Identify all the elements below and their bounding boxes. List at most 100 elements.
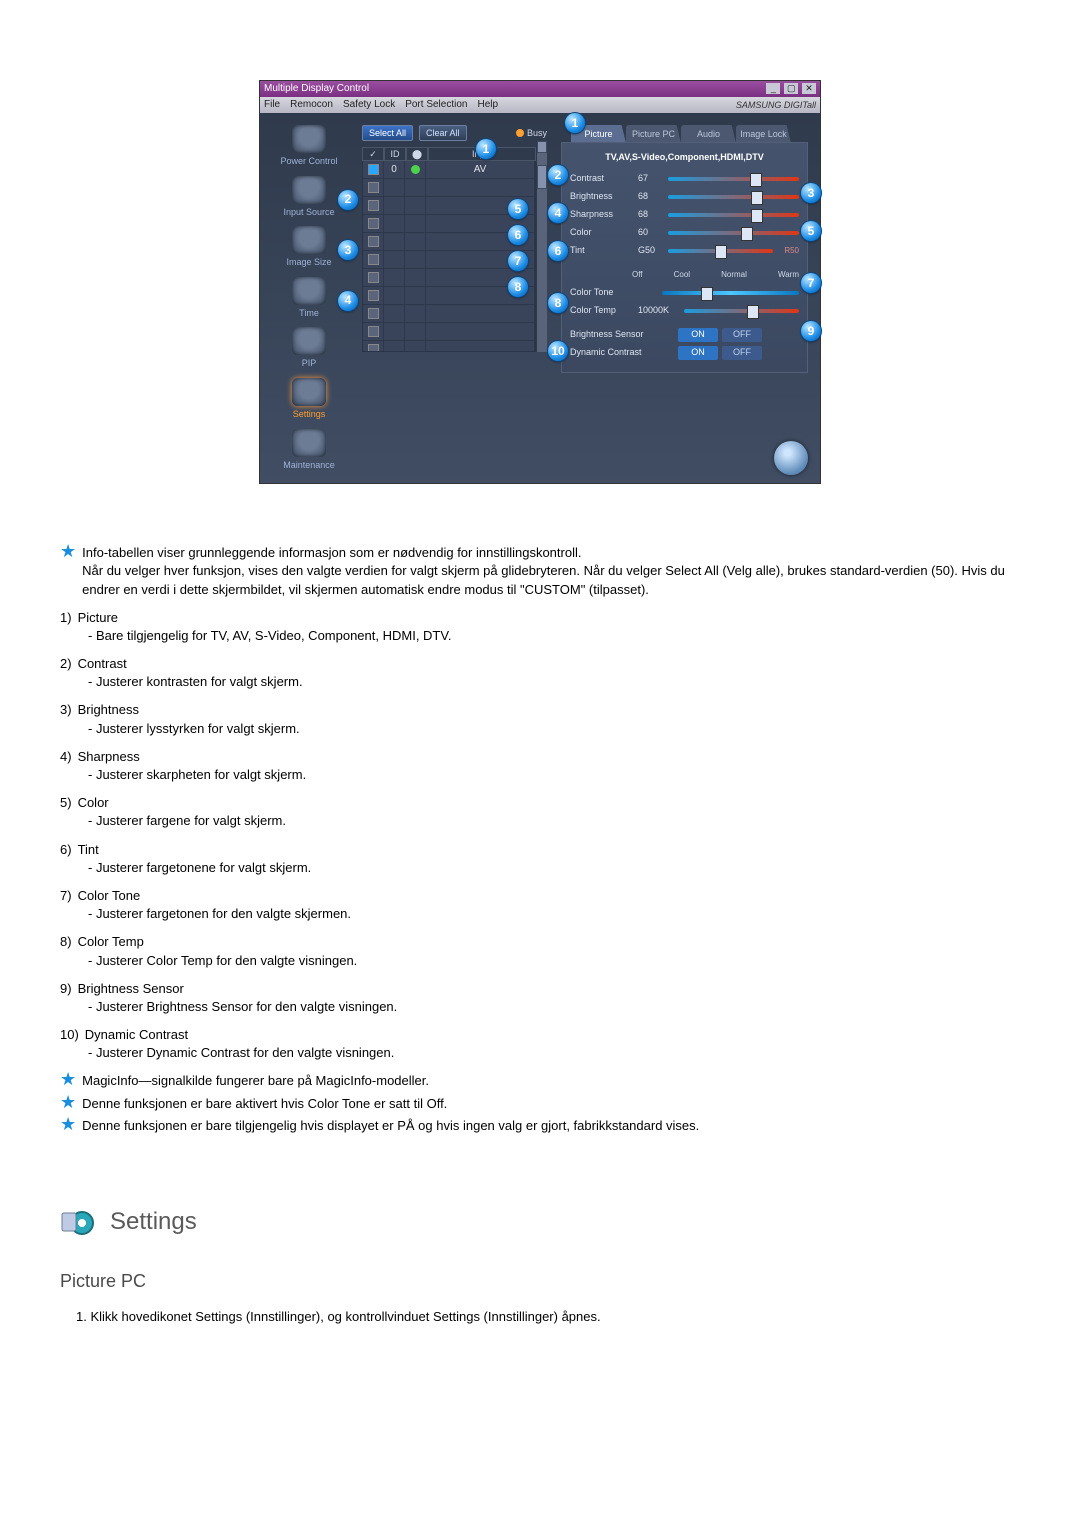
sidebar-item-input[interactable]: Input Source 2 — [264, 176, 354, 219]
status-dot-icon — [411, 165, 420, 174]
row-checkbox[interactable] — [368, 254, 379, 265]
busy-indicator: Busy — [516, 127, 547, 140]
row-checkbox[interactable] — [368, 182, 379, 193]
color-row: Color 60 — [570, 224, 799, 242]
info-button[interactable] — [774, 441, 808, 475]
sidebar-item-settings[interactable]: Settings — [264, 378, 354, 421]
sidebar-item-imgsize[interactable]: Image Size 3 — [264, 226, 354, 269]
row-checkbox[interactable] — [368, 218, 379, 229]
intro-line-1: Info-tabellen viser grunnleggende inform… — [82, 544, 1020, 562]
sidebar-item-power[interactable]: Power Control — [264, 125, 354, 168]
maximize-button[interactable]: ▢ — [784, 83, 798, 94]
tab-audio[interactable]: Audio — [681, 125, 736, 143]
menu-file[interactable]: File — [264, 98, 280, 112]
titlebar: Multiple Display Control _ ▢ ✕ — [260, 81, 820, 97]
sidebar-item-pip[interactable]: PIP — [264, 327, 354, 370]
item-num: 6) — [60, 841, 72, 859]
row-checkbox[interactable] — [368, 326, 379, 337]
callout-r7: 7 — [801, 273, 821, 293]
sharpness-value: 68 — [638, 208, 662, 221]
close-button[interactable]: ✕ — [802, 83, 816, 94]
minimize-button[interactable]: _ — [766, 83, 780, 94]
intro-note: ★ Info-tabellen viser grunnleggende info… — [60, 544, 1020, 599]
grid-row[interactable]: 0 AV — [363, 161, 535, 179]
color-slider[interactable] — [668, 231, 799, 235]
item-title: Color Tone — [78, 887, 141, 905]
menu-help[interactable]: Help — [477, 98, 498, 112]
tone-off: Off — [632, 269, 643, 280]
dc-label: Dynamic Contrast — [570, 346, 672, 359]
sidebar-label: Input Source — [283, 206, 334, 219]
item-num: 1) — [60, 609, 72, 627]
item-sub: - Justerer lysstyrken for valgt skjerm. — [88, 720, 1020, 738]
contrast-slider[interactable] — [668, 177, 799, 181]
document-text: ★ Info-tabellen viser grunnleggende info… — [60, 544, 1020, 1326]
settings-panel: 1 Picture Picture PC Audio Image Lock TV… — [551, 113, 820, 483]
row-id: 0 — [384, 161, 405, 178]
display-grid-panel: Select All Clear All Busy 1 ✓ ID ⬤ In — [358, 113, 551, 483]
item-num: 9) — [60, 980, 72, 998]
section-heading: Settings — [60, 1205, 1020, 1239]
sidebar-label: PIP — [302, 357, 317, 370]
dc-off-button[interactable]: OFF — [722, 346, 762, 360]
item-num: 10) — [60, 1026, 79, 1044]
clear-all-button[interactable]: Clear All — [419, 125, 467, 142]
sidebar-label: Image Size — [286, 256, 331, 269]
input-icon — [292, 176, 326, 204]
item-num: 8) — [60, 933, 72, 951]
time-icon — [292, 277, 326, 305]
select-all-button[interactable]: Select All — [362, 125, 413, 142]
section-title: Settings — [110, 1205, 197, 1239]
callout-r10: 10 — [548, 341, 568, 361]
col-id: ID — [384, 147, 406, 161]
row-checkbox[interactable] — [368, 164, 379, 175]
tab-image-lock[interactable]: Image Lock — [736, 125, 791, 143]
brightness-row: Brightness 68 — [570, 188, 799, 206]
callout-8: 8 — [508, 277, 528, 297]
bs-off-button[interactable]: OFF — [722, 328, 762, 342]
callout-r8: 8 — [548, 293, 568, 313]
dc-on-button[interactable]: ON — [678, 346, 718, 360]
callout-r5: 5 — [801, 221, 821, 241]
tint-slider[interactable] — [668, 249, 773, 253]
contrast-row: Contrast 67 — [570, 170, 799, 188]
item-num: 7) — [60, 887, 72, 905]
menu-safetylock[interactable]: Safety Lock — [343, 98, 395, 112]
star-icon: ★ — [60, 544, 76, 599]
grid-scrollbar[interactable] — [536, 141, 547, 352]
row-checkbox[interactable] — [368, 236, 379, 247]
menu-remocon[interactable]: Remocon — [290, 98, 333, 112]
bs-on-button[interactable]: ON — [678, 328, 718, 342]
brightness-value: 68 — [638, 190, 662, 203]
sidebar-item-time[interactable]: Time 4 — [264, 277, 354, 320]
callout-6: 6 — [508, 225, 528, 245]
sidebar-item-maintenance[interactable]: Maintenance — [264, 429, 354, 472]
row-checkbox[interactable] — [368, 290, 379, 301]
item-title: Sharpness — [78, 748, 140, 766]
sharpness-slider[interactable] — [668, 213, 799, 217]
row-checkbox[interactable] — [368, 200, 379, 211]
power-icon — [292, 125, 326, 153]
color-tone-labels: Off Cool Normal Warm — [570, 266, 799, 284]
temp-value: 10000K — [638, 304, 678, 317]
row-checkbox[interactable] — [368, 272, 379, 283]
sidebar-label: Settings — [293, 408, 326, 421]
tone-slider[interactable] — [662, 291, 799, 295]
item-sub: - Justerer fargetonene for valgt skjerm. — [88, 859, 1020, 877]
contrast-value: 67 — [638, 172, 662, 185]
menu-portselection[interactable]: Port Selection — [405, 98, 467, 112]
callout-r4: 4 — [548, 203, 568, 223]
item-sub: - Justerer Color Temp for den valgte vis… — [88, 952, 1020, 970]
settings-icon — [292, 378, 326, 406]
grid-header: ✓ ID ⬤ Input — [362, 147, 536, 161]
contrast-label: Contrast — [570, 172, 632, 185]
row-checkbox[interactable] — [368, 344, 379, 352]
tab-picture-pc[interactable]: Picture PC — [626, 125, 681, 143]
brightness-slider[interactable] — [668, 195, 799, 199]
item-title: Color — [78, 794, 109, 812]
step-1: 1. Klikk hovedikonet Settings (Innstilli… — [76, 1308, 1020, 1326]
temp-slider[interactable] — [684, 309, 799, 313]
panel-caption: TV,AV,S-Video,Component,HDMI,DTV — [570, 151, 799, 164]
busy-label: Busy — [527, 127, 547, 140]
row-checkbox[interactable] — [368, 308, 379, 319]
